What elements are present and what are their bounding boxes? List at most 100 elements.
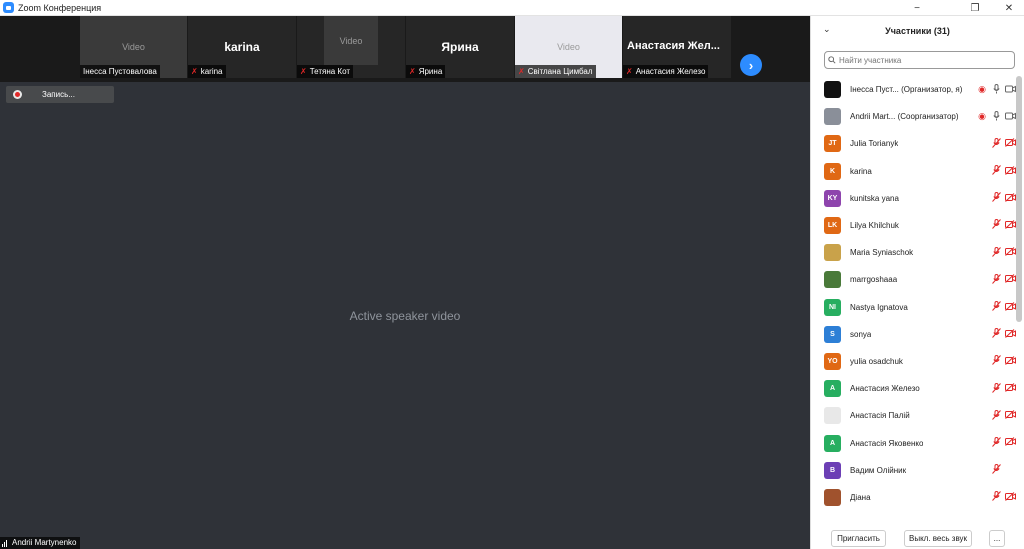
camera-off-icon[interactable] — [1003, 138, 1017, 149]
participant-status-icons — [989, 429, 1017, 456]
microphone-icon[interactable] — [989, 83, 1003, 96]
gallery-strip: Video Інесса Пустовалова karina ✗ karina … — [0, 16, 810, 82]
participant-row[interactable]: Andrii Mart... (Соорганизатор) ◉ — [811, 103, 1017, 130]
participant-row[interactable]: marrgoshaaa — [811, 266, 1017, 293]
chevron-down-icon[interactable]: ⌄ — [823, 24, 831, 35]
participant-search[interactable] — [824, 51, 1015, 69]
search-icon — [825, 56, 839, 64]
tile-name-label: ✗ karina — [188, 65, 226, 78]
gallery-tile[interactable]: karina ✗ karina — [188, 16, 296, 78]
participant-name: yulia osadchuk — [850, 356, 903, 366]
camera-off-icon[interactable] — [1003, 274, 1017, 285]
camera-off-icon[interactable] — [1003, 356, 1017, 367]
mic-muted-icon: ✗ — [518, 67, 525, 76]
window-titlebar: Zoom Конференция − ❐ ✕ — [0, 0, 1024, 16]
avatar: KY — [824, 189, 841, 207]
gallery-tile[interactable]: Video ✗ Світлана Цимбал — [515, 16, 622, 78]
gallery-tile[interactable]: Video ✗ Тетяна Кот — [297, 16, 405, 78]
participant-row[interactable]: B Вадим Олійник — [811, 457, 1017, 484]
participant-row[interactable]: Ssonya — [811, 321, 1017, 348]
microphone-muted-icon[interactable] — [989, 382, 1003, 395]
microphone-muted-icon[interactable] — [989, 301, 1003, 313]
avatar: A — [824, 380, 841, 398]
more-button[interactable]: ... — [989, 530, 1005, 547]
participant-row[interactable]: Kkarina — [811, 158, 1017, 185]
gallery-tile[interactable]: Анастасия Жел... ✗ Анастасия Железо — [623, 16, 731, 78]
participant-row[interactable]: Інесса Пуст... (Организатор, я) ◉ — [811, 76, 1017, 103]
avatar: NI — [824, 298, 841, 316]
participant-name: Maria Syniaschok — [850, 248, 914, 258]
gallery-tile[interactable]: Ярина ✗ Ярина — [406, 16, 514, 78]
microphone-muted-icon[interactable] — [989, 273, 1003, 286]
microphone-muted-icon[interactable] — [989, 409, 1003, 422]
participant-status-icons — [989, 130, 1017, 157]
camera-off-icon[interactable] — [1003, 165, 1017, 177]
camera-off-icon[interactable] — [1003, 437, 1017, 448]
participant-row[interactable]: NI Nastya Ignatova — [811, 294, 1017, 321]
tile-name-label: ✗ Анастасия Железо — [623, 65, 709, 78]
participant-row[interactable]: Діана — [811, 484, 1017, 511]
participants-panel: ⌄ Участники (31) Інесса Пуст... (Организ… — [810, 16, 1024, 549]
camera-off-icon[interactable] — [1003, 491, 1017, 503]
participant-row[interactable]: A Анастасія Яковенко — [811, 429, 1017, 456]
mic-muted-icon: ✗ — [191, 67, 198, 76]
camera-off-icon[interactable] — [1003, 410, 1017, 421]
mic-muted-icon: ✗ — [409, 67, 416, 76]
participant-name: Анастасія Палій — [850, 411, 910, 421]
mute-all-button[interactable]: Выкл. весь звук — [904, 530, 972, 547]
participant-row[interactable]: A Анастасия Железо — [811, 375, 1017, 402]
avatar — [824, 81, 841, 99]
camera-off-icon[interactable] — [1003, 220, 1017, 231]
microphone-muted-icon[interactable] — [989, 464, 1003, 476]
camera-icon[interactable] — [1003, 85, 1017, 95]
microphone-muted-icon[interactable] — [989, 137, 1003, 150]
record-icon — [13, 90, 22, 99]
microphone-muted-icon[interactable] — [989, 246, 1003, 259]
meeting-video-area: Video Інесса Пустовалова karina ✗ karina … — [0, 16, 810, 549]
invite-button[interactable]: Пригласить — [831, 530, 886, 547]
participant-name: Nastya Ignatova — [850, 302, 908, 312]
gallery-next-button[interactable]: › — [740, 54, 762, 76]
microphone-muted-icon[interactable] — [989, 491, 1003, 503]
participant-name: Lilya Khilchuk — [850, 221, 899, 231]
participant-row[interactable]: LK Lilya Khilchuk — [811, 212, 1017, 239]
tile-name-label: ✗ Ярина — [406, 65, 446, 78]
tile-name-label: Інесса Пустовалова — [80, 65, 160, 78]
microphone-muted-icon[interactable] — [989, 328, 1003, 340]
participant-status-icons — [989, 321, 1017, 348]
participant-row[interactable]: Анастасія Палій — [811, 402, 1017, 429]
minimize-button[interactable]: − — [902, 0, 932, 16]
recording-indicator[interactable]: Запись... — [6, 86, 114, 103]
active-speaker-video[interactable]: Active speaker video — [0, 82, 810, 549]
avatar — [824, 407, 841, 425]
camera-off-icon[interactable] — [1003, 328, 1017, 340]
video-placeholder: Video — [324, 16, 378, 65]
close-button[interactable]: ✕ — [994, 0, 1024, 16]
participant-name: Andrii Mart... (Соорганизатор) — [850, 112, 959, 122]
video-placeholder: Active speaker video — [349, 308, 461, 323]
participant-row[interactable]: JT Julia Torianyk — [811, 130, 1017, 157]
participant-row[interactable]: Maria Syniaschok — [811, 239, 1017, 266]
microphone-muted-icon[interactable] — [989, 219, 1003, 231]
maximize-button[interactable]: ❐ — [960, 0, 990, 16]
camera-icon[interactable] — [1003, 112, 1017, 122]
microphone-icon[interactable] — [989, 110, 1003, 123]
zoom-app-icon — [3, 2, 14, 13]
tile-name-label: ✗ Світлана Цимбал — [515, 65, 596, 78]
gallery-tile[interactable]: Video Інесса Пустовалова — [80, 16, 187, 78]
search-input[interactable] — [839, 55, 1009, 65]
camera-off-icon[interactable] — [1003, 383, 1017, 394]
microphone-muted-icon[interactable] — [989, 436, 1003, 449]
microphone-muted-icon[interactable] — [989, 355, 1003, 367]
participant-status-icons: ◉ — [975, 103, 1017, 130]
participant-row[interactable]: KY kunitska yana — [811, 185, 1017, 212]
participant-row[interactable]: YO yulia osadchuk — [811, 348, 1017, 375]
avatar: LK — [824, 217, 841, 235]
camera-off-icon[interactable] — [1003, 247, 1017, 258]
camera-off-icon[interactable] — [1003, 301, 1017, 313]
microphone-muted-icon[interactable] — [989, 192, 1003, 204]
camera-off-icon[interactable] — [1003, 192, 1017, 204]
participants-scrollbar[interactable] — [1016, 76, 1022, 322]
tile-display-name: Ярина — [441, 40, 479, 54]
microphone-muted-icon[interactable] — [989, 165, 1003, 177]
